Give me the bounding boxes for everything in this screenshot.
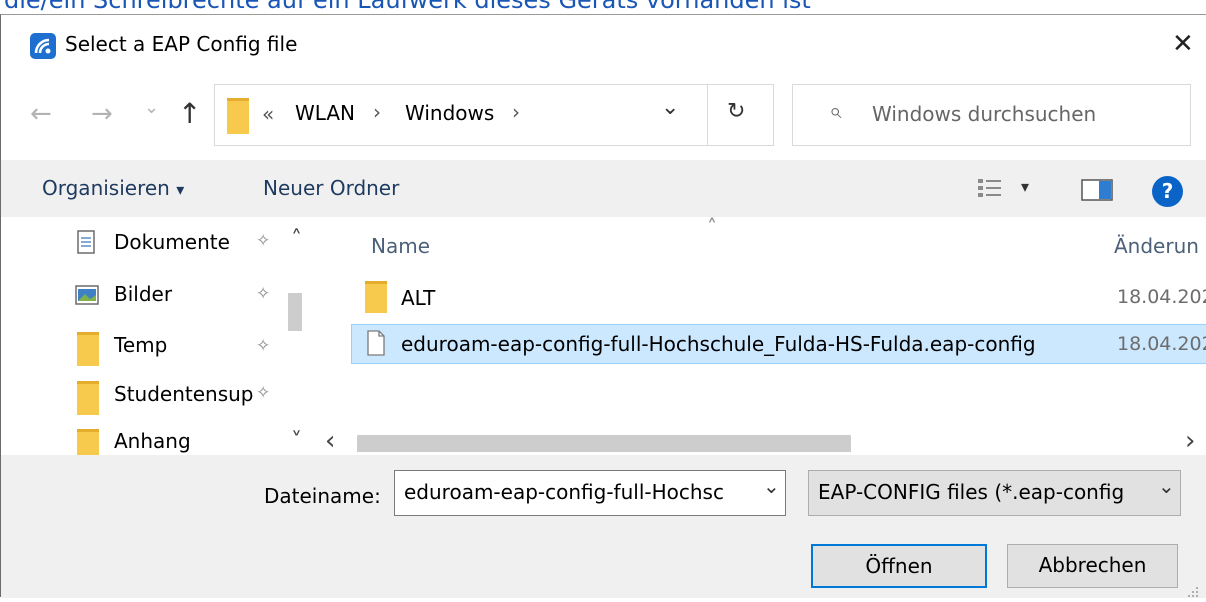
pin-icon: ✧ [256, 231, 271, 251]
sidebar-item-bilder[interactable]: Bilder ✧ [1, 280, 285, 322]
sidebar-item-studentensup[interactable]: Studentensup ✧ [1, 379, 285, 421]
breadcrumb-prefix: « [262, 102, 275, 126]
forward-button[interactable]: → [91, 99, 113, 129]
file-name: eduroam-eap-config-full-Hochschule_Fulda… [401, 332, 1036, 356]
scroll-down-icon[interactable]: ˅ [291, 429, 302, 454]
file-dialog: Select a EAP Config file ✕ ← → ⌄ ↑ « WLA… [0, 14, 1206, 598]
column-header-date[interactable]: Änderun [1114, 234, 1199, 258]
pictures-icon [75, 285, 99, 305]
file-name: ALT [401, 286, 436, 310]
address-dropdown-icon[interactable]: ⌄ [661, 95, 679, 120]
background-page-text: die/ein Schreibrechte auf ein Laufwerk d… [0, 0, 1206, 14]
back-button[interactable]: ← [30, 99, 52, 129]
sidebar-item-label: Studentensup [114, 382, 254, 406]
sidebar-item-dokumente[interactable]: Dokumente ✧ [1, 227, 285, 269]
resize-grip-icon[interactable] [1185, 583, 1199, 597]
app-icon [30, 33, 56, 59]
filename-value: eduroam-eap-config-full-Hochsc [404, 480, 724, 504]
document-icon [77, 230, 95, 254]
scroll-up-icon[interactable]: ˄ [291, 227, 302, 252]
folder-icon [77, 429, 99, 457]
chevron-down-icon[interactable]: ⌄ [759, 471, 780, 507]
file-list-hscrollbar[interactable]: ‹ › [317, 426, 1206, 455]
recent-locations-button[interactable]: ⌄ [144, 97, 159, 118]
organize-menu[interactable]: Organisieren ▾ [42, 176, 184, 200]
chevron-down-icon: ▾ [1021, 177, 1030, 196]
column-header-name[interactable]: Name [371, 234, 430, 258]
help-button[interactable]: ? [1152, 176, 1183, 207]
open-button[interactable]: Öffnen [811, 544, 987, 588]
pin-icon: ✧ [256, 383, 271, 403]
pin-icon: ✧ [256, 336, 271, 356]
file-list: ˄ Name Änderun ALT 18.04.202 eduroam-eap… [317, 217, 1206, 455]
sidebar-item-temp[interactable]: Temp ✧ [1, 330, 285, 372]
up-button[interactable]: ↑ [178, 97, 201, 130]
wifi-icon [34, 38, 51, 54]
file-row[interactable]: ALT 18.04.202 [351, 278, 1206, 318]
preview-pane-button[interactable] [1081, 179, 1115, 203]
sidebar-item-label: Bilder [114, 282, 173, 306]
address-bar[interactable]: « WLAN › Windows › ⌄ ↻ [214, 84, 774, 146]
sidebar-item-label: Temp [114, 333, 168, 357]
folder-icon [365, 281, 387, 313]
breadcrumb-wlan[interactable]: WLAN [295, 101, 355, 125]
filename-input[interactable]: eduroam-eap-config-full-Hochsc ⌄ [394, 470, 786, 516]
organize-label: Organisieren [42, 176, 170, 200]
sidebar-item-label: Anhang [114, 429, 191, 453]
new-folder-button[interactable]: Neuer Ordner [263, 176, 399, 200]
scroll-left-icon[interactable]: ‹ [325, 426, 335, 455]
search-icon: ⌕ [829, 99, 842, 124]
chevron-down-icon[interactable]: ⌄ [1154, 471, 1175, 507]
cancel-button[interactable]: Abbrechen [1007, 544, 1178, 588]
sidebar-item-label: Dokumente [114, 230, 230, 254]
scroll-right-icon[interactable]: › [1185, 426, 1195, 455]
filename-label: Dateiname: [264, 484, 381, 508]
file-icon [367, 330, 385, 356]
sidebar-item-anhang[interactable]: Anhang [1, 427, 285, 457]
filetype-value: EAP-CONFIG files (*.eap-config [818, 480, 1125, 504]
sidebar-scrollbar[interactable]: ˄ ˅ [285, 217, 317, 455]
address-divider [707, 85, 708, 145]
folder-icon [77, 381, 99, 415]
folder-icon [77, 332, 99, 366]
title-bar[interactable]: Select a EAP Config file ✕ [1, 15, 1206, 78]
pin-icon: ✧ [256, 284, 271, 304]
details-view-icon [978, 179, 1001, 197]
sidebar: Dokumente ✧ Bilder ✧ Temp ✧ Studentensup… [1, 217, 317, 457]
breadcrumb-separator[interactable]: › [512, 100, 520, 124]
view-options-button[interactable]: ▾ [977, 177, 1047, 203]
search-input[interactable]: Windows durchsuchen [872, 102, 1096, 126]
breadcrumb-windows[interactable]: Windows [405, 101, 494, 125]
window-title: Select a EAP Config file [65, 32, 298, 56]
file-date: 18.04.202 [1117, 333, 1206, 355]
file-date: 18.04.202 [1117, 286, 1206, 308]
close-button[interactable]: ✕ [1172, 29, 1194, 59]
refresh-icon[interactable]: ↻ [727, 99, 745, 124]
folder-icon [227, 98, 249, 134]
chevron-down-icon: ▾ [176, 180, 185, 199]
sort-indicator-icon: ˄ [707, 217, 717, 239]
filetype-select[interactable]: EAP-CONFIG files (*.eap-config ⌄ [808, 470, 1181, 516]
hscroll-thumb[interactable] [357, 435, 851, 452]
dialog-footer: Dateiname: eduroam-eap-config-full-Hochs… [1, 455, 1206, 598]
help-icon: ? [1161, 179, 1174, 203]
preview-pane-icon [1081, 179, 1113, 201]
breadcrumb-separator[interactable]: › [373, 100, 381, 124]
file-row-selected[interactable]: eduroam-eap-config-full-Hochschule_Fulda… [351, 324, 1206, 364]
sidebar-scroll-thumb[interactable] [288, 293, 302, 331]
search-box[interactable]: ⌕ Windows durchsuchen [792, 84, 1191, 146]
